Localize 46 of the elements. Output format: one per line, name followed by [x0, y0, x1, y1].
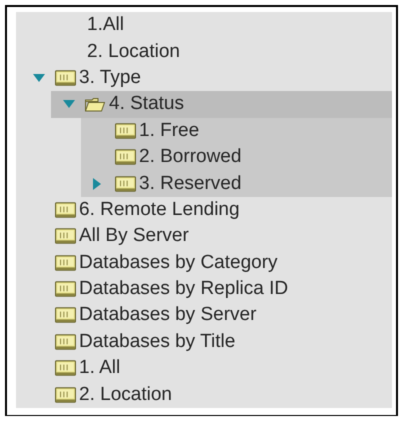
view-icon	[115, 122, 136, 139]
item-label: All By Server	[79, 225, 189, 248]
item-label: 1.All	[87, 14, 124, 36]
tree-item[interactable]: Databases by Server	[16, 302, 392, 329]
tree-item[interactable]: 4. Status	[51, 91, 392, 118]
view-icon	[55, 228, 76, 244]
tree-item[interactable]: 6. Remote Lending	[16, 196, 392, 224]
tree-item[interactable]: 3. Reserved	[16, 170, 392, 197]
view-icon	[55, 254, 76, 271]
item-label: Databases by Category	[79, 252, 278, 274]
tree-item[interactable]: 2. Borrowed	[16, 144, 392, 170]
item-label: 1. Free	[139, 120, 200, 142]
item-label: Databases by Replica ID	[79, 278, 288, 300]
expand-arrow-icon[interactable]	[33, 74, 45, 82]
tree-item[interactable]: 2. Location	[16, 38, 392, 65]
view-icon	[115, 176, 136, 192]
tree-item[interactable]: All By Server	[16, 223, 392, 250]
view-icon	[55, 307, 76, 324]
folder-icon	[85, 96, 105, 112]
view-icon	[55, 70, 76, 86]
expand-arrow-icon[interactable]	[63, 100, 75, 108]
view-icon	[55, 202, 76, 218]
item-label: 1. All	[79, 357, 120, 380]
tree-item[interactable]: 2. Location	[16, 381, 392, 408]
item-label: 4. Status	[109, 93, 184, 116]
item-label: 2. Borrowed	[139, 146, 242, 168]
tree-item[interactable]: Databases by Replica ID	[16, 276, 392, 302]
tree-item[interactable]: 1. All	[16, 355, 392, 382]
item-label: Databases by Title	[79, 330, 236, 353]
item-label: 2. Location	[87, 40, 180, 63]
view-icon	[55, 386, 76, 403]
view-icon	[55, 334, 76, 350]
item-label: 3. Type	[79, 66, 141, 89]
tree-item[interactable]: Databases by Category	[16, 250, 392, 276]
view-icon	[55, 360, 76, 376]
tree-item[interactable]: 3. Type	[16, 64, 392, 92]
view-icon	[55, 281, 76, 298]
item-label: 6. Remote Lending	[79, 198, 240, 221]
tree-item[interactable]: 1. Free	[16, 118, 392, 144]
collapse-arrow-icon[interactable]	[93, 178, 101, 190]
item-label: 2. Location	[79, 384, 172, 406]
tree-item[interactable]: 1.All	[16, 12, 392, 38]
tree-item[interactable]: Databases by Title	[16, 328, 392, 356]
item-label: 3. Reserved	[139, 172, 242, 195]
view-icon	[115, 149, 136, 166]
item-label: Databases by Server	[79, 304, 256, 326]
